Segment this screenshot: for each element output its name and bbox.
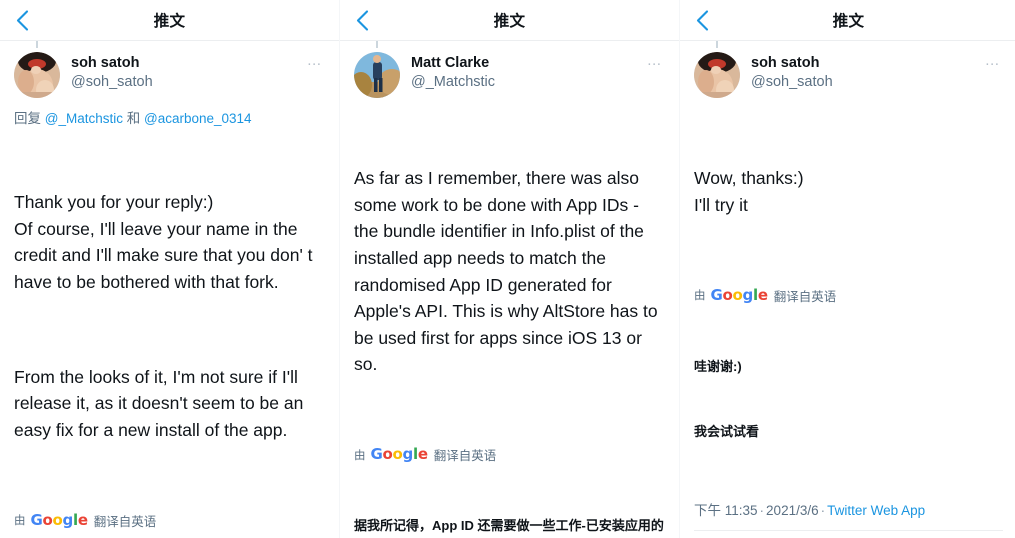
google-logo-letter: g [742,285,754,304]
panel-3-column: soh satoh @soh_satoh … Wow, thanks:) I'l… [680,41,1015,538]
google-logo: Google [30,510,88,529]
tweet-text: Thank you for your reply:) Of course, I'… [14,136,325,497]
avatar[interactable] [14,52,60,98]
google-translate-line[interactable]: 由 Google 翻译自英语 [694,286,1003,305]
more-options-icon[interactable]: … [985,53,1001,68]
google-logo-letter: G [710,285,723,304]
page-title: 推文 [153,13,186,30]
more-options-icon[interactable]: … [307,53,323,68]
google-translate-line[interactable]: 由 Google 翻译自英语 [354,445,665,464]
tweet-paragraph: Wow, thanks:) I'll try it [694,168,804,215]
google-logo-letter: g [402,445,414,464]
google-logo-letter: e [757,285,768,304]
tweet-body-3: soh satoh @soh_satoh … Wow, thanks:) I'l… [680,41,1015,538]
tweet-text: Wow, thanks:) I'll try it [694,112,1003,272]
tweet-body-2: Matt Clarke @_Matchstic … As far as I re… [340,41,679,538]
tweet-panel-1: 推文 soh satoh @soh_satoh … 回复 @_Matchstic… [0,0,339,538]
nav-bar-2: 推文 [340,0,679,41]
author-display-name[interactable]: Matt Clarke [411,54,495,72]
author-handle[interactable]: @soh_satoh [71,73,153,91]
reply-to-line: 回复 @_Matchstic 和 @acarbone_0314 [14,110,325,129]
tweet-panel-2: 推文 Matt Clarke @_Matchstic … As far as I… [339,0,679,538]
author-handle[interactable]: @_Matchstic [411,73,495,91]
google-logo-letter: G [30,510,43,529]
tweet-paragraph: Thank you for your reply:) Of course, I'… [14,192,313,292]
author-display-name[interactable]: soh satoh [71,54,153,72]
reply-prefix-label: 回复 [14,111,41,126]
tweet-stats: 1喜欢 [694,531,1003,538]
author-handle[interactable]: @soh_satoh [751,73,833,91]
translate-by-label: 由 [694,290,706,303]
translated-paragraph: 据我所记得，App ID 还需要做一些工作-已安装应用的 Info.plist … [354,518,664,534]
translated-paragraph: 哇谢谢:) [694,358,742,374]
translated-text: 哇谢谢:) 我会试试看 [694,314,1003,484]
tweet-body-1: soh satoh @soh_satoh … 回复 @_Matchstic 和 … [0,41,339,538]
avatar[interactable] [694,52,740,98]
more-options-icon[interactable]: … [647,53,663,68]
tweet-panel-3: 推文 soh satoh @soh_satoh … Wow, thanks:) … [679,0,1015,538]
translate-suffix-label: 翻译自英语 [433,449,497,464]
tweet-paragraph: From the looks of it, I'm not sure if I'… [14,366,309,440]
translate-by-label: 由 [14,515,26,528]
google-logo-letter: o [722,285,733,304]
google-logo-letter: e [417,445,428,464]
nav-bar-1: 推文 [0,0,339,41]
back-chevron-icon[interactable] [692,9,712,31]
author-row: soh satoh @soh_satoh … [14,41,325,98]
translate-suffix-label: 翻译自英语 [773,289,837,304]
meta-separator: · [820,502,826,518]
page-title: 推文 [493,13,526,30]
google-logo-letter: o [52,510,63,529]
google-logo-letter: G [370,445,383,464]
avatar[interactable] [354,52,400,98]
mention-link-2[interactable]: @acarbone_0314 [144,111,252,126]
google-logo-letter: o [42,510,53,529]
google-logo-letter: o [392,445,403,464]
google-logo-letter: o [732,285,743,304]
google-logo: Google [371,447,428,462]
author-row: soh satoh @soh_satoh … [694,41,1003,98]
translate-suffix-label: 翻译自英语 [93,514,157,529]
google-logo-letter: o [382,445,393,464]
tweet-date: 2021/3/6 [766,502,819,518]
mention-link-1[interactable]: @_Matchstic [45,111,123,126]
author-names: soh satoh @soh_satoh [71,52,153,91]
author-names: Matt Clarke @_Matchstic [411,52,495,91]
author-row: Matt Clarke @_Matchstic … [354,41,665,98]
tweet-meta: 下午 11:35 · 2021/3/6 · Twitter Web App [694,499,1003,530]
nav-bar-3: 推文 [680,0,1015,41]
tweet-source[interactable]: Twitter Web App [827,503,925,518]
author-display-name[interactable]: soh satoh [751,54,833,72]
meta-separator: · [759,502,765,518]
translated-text: 据我所记得，App ID 还需要做一些工作-已安装应用的 Info.plist … [354,473,665,538]
tweet-text: As far as I remember, there was also som… [354,112,665,431]
google-translate-line[interactable]: 由 Google 翻译自英语 [14,511,325,530]
google-logo-letter: g [62,510,74,529]
tweet-time: 下午 11:35 [694,502,758,518]
tweet-paragraph: As far as I remember, there was also som… [354,168,663,375]
translate-by-label: 由 [354,449,366,462]
translated-paragraph: 我会试试看 [694,423,760,439]
google-logo: Google [710,285,768,304]
reply-joiner-label: 和 [126,111,141,126]
back-chevron-icon[interactable] [12,9,32,31]
google-logo-letter: e [77,510,88,529]
author-names: soh satoh @soh_satoh [751,52,833,91]
tweet-panels-screen: 推文 soh satoh @soh_satoh … 回复 @_Matchstic… [0,0,1015,538]
page-title: 推文 [832,13,865,30]
back-chevron-icon[interactable] [352,9,372,31]
